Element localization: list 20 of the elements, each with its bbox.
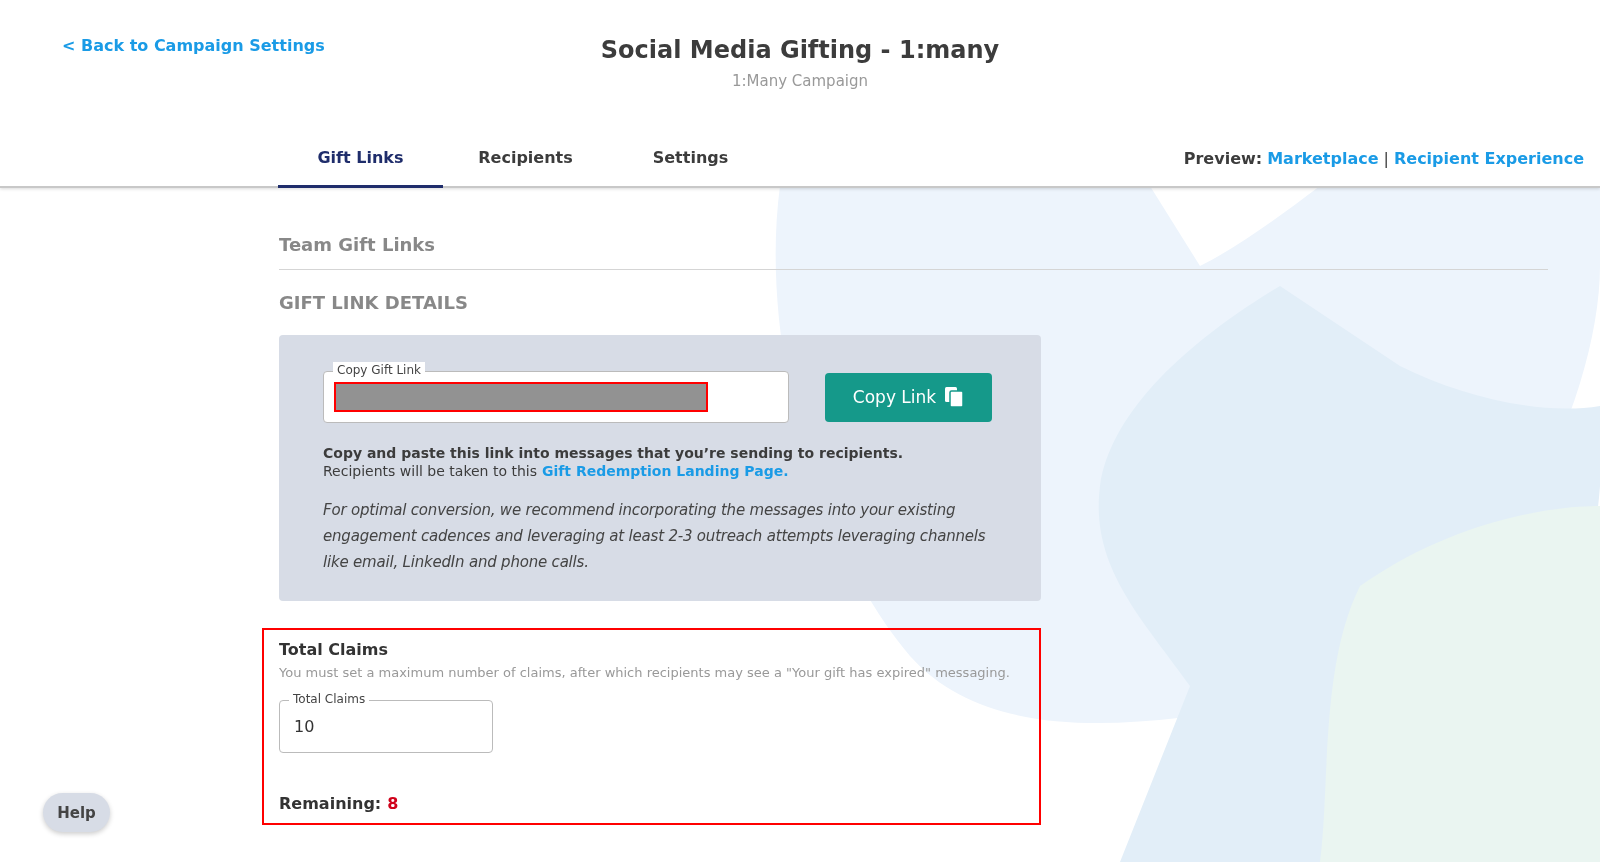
remaining-count: 8 (387, 794, 399, 813)
instruction-text: Copy and paste this link into messages that you’re sending to recipients. (323, 445, 905, 461)
field-label: Copy Gift Link (333, 362, 425, 378)
details-title: GIFT LINK DETAILS (279, 292, 469, 313)
separator: | (1383, 148, 1389, 168)
copy-icon (944, 386, 965, 408)
tip-text: For optimal conversion, we recommend incorporating the messages into your existing engagement cadences and leveraging at least 2-3 outreach attempts leveraging channels like email, LinkedIn and phone calls. (323, 500, 987, 573)
section-title: Team Gift Links (279, 234, 1548, 270)
page-title: Social Media Gifting - 1:many (600, 36, 1000, 64)
copy-link-button[interactable]: Copy Link (825, 372, 992, 422)
note-text: Recipients will be taken to this (323, 463, 537, 479)
tab[interactable]: Recipients (443, 129, 608, 188)
remaining-label: Remaining: (279, 794, 382, 813)
preview-label: Preview: (1183, 148, 1263, 168)
help-button[interactable]: Help (43, 793, 110, 832)
page-subtitle: 1:Many Campaign (731, 72, 869, 90)
claims-title: Total Claims (279, 640, 389, 659)
tab[interactable]: Gift Links (278, 129, 443, 188)
tab[interactable]: Settings (608, 129, 773, 188)
claims-hint: You must set a maximum number of claims, after which recipients may see a "Your gift has expired" messaging. (279, 665, 1011, 680)
